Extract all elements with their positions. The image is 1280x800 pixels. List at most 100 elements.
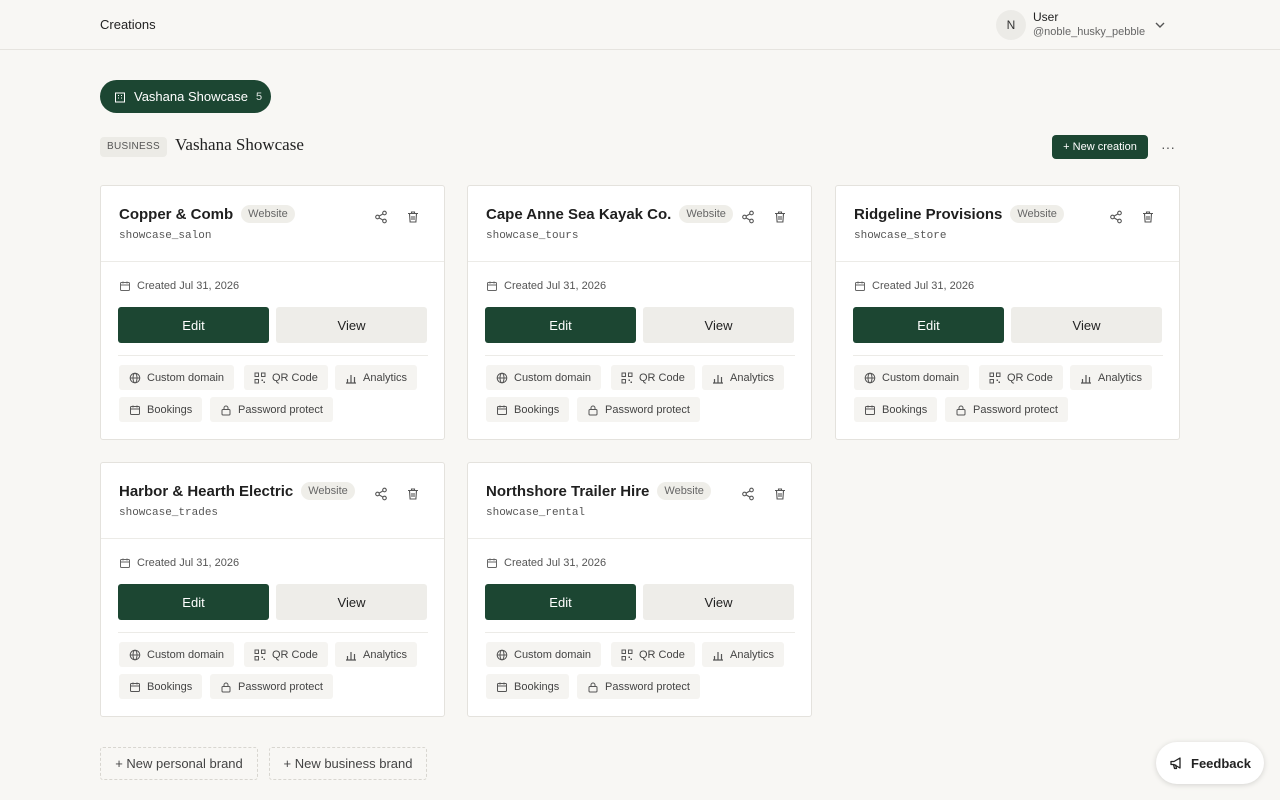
card-slug: showcase_salon (119, 230, 212, 242)
view-button[interactable]: View (643, 584, 794, 620)
divider (853, 355, 1163, 356)
card-title: Copper & Comb (119, 205, 234, 223)
analytics-button[interactable]: Analytics (702, 365, 785, 390)
user-menu[interactable]: N User @noble_husky_pebble (996, 9, 1167, 41)
share-icon (375, 210, 387, 224)
analytics-button[interactable]: Analytics (335, 642, 418, 667)
qr-code-icon (989, 372, 1001, 383)
brand-tab-vashana-showcase[interactable]: Vashana Showcase 5 (100, 80, 271, 113)
creation-card: Cape Anne Sea Kayak Co. Website showcase… (467, 185, 812, 440)
bookings-button[interactable]: Bookings (486, 397, 570, 422)
view-button[interactable]: View (276, 584, 427, 620)
password-protect-button[interactable]: Password protect (577, 674, 700, 699)
creation-card: Northshore Trailer Hire Website showcase… (467, 462, 812, 717)
qr-code-button[interactable]: QR Code (244, 365, 328, 390)
calendar-icon (487, 281, 497, 291)
edit-button[interactable]: Edit (118, 584, 269, 620)
edit-button[interactable]: Edit (485, 584, 636, 620)
divider (485, 355, 795, 356)
share-button[interactable] (741, 210, 757, 226)
calendar-icon (497, 405, 507, 415)
share-button[interactable] (1109, 210, 1125, 226)
share-button[interactable] (374, 487, 390, 503)
bookings-button[interactable]: Bookings (854, 397, 938, 422)
created-date: Created Jul 31, 2026 (504, 557, 607, 569)
created-date: Created Jul 31, 2026 (872, 280, 975, 292)
user-name: User (1033, 10, 1059, 24)
new-business-brand-button[interactable]: + New business brand (269, 747, 427, 780)
view-button[interactable]: View (276, 307, 427, 343)
lock-icon (588, 682, 598, 692)
new-creation-button[interactable]: + New creation (1052, 135, 1148, 159)
globe-icon (864, 372, 876, 383)
creation-card: Copper & Comb Website showcase_salon Cre… (100, 185, 445, 440)
delete-button[interactable] (773, 210, 789, 226)
calendar-icon (130, 405, 140, 415)
bar-chart-icon (346, 651, 356, 661)
qr-code-icon (621, 372, 633, 383)
share-icon (742, 210, 754, 224)
brand-tab-label: Vashana Showcase (134, 89, 248, 104)
calendar-icon (497, 682, 507, 692)
share-button[interactable] (741, 487, 757, 503)
globe-icon (129, 649, 141, 660)
trash-icon (775, 211, 785, 223)
created-date: Created Jul 31, 2026 (504, 280, 607, 292)
analytics-button[interactable]: Analytics (1070, 365, 1153, 390)
qr-code-button[interactable]: QR Code (611, 365, 695, 390)
calendar-icon (487, 558, 497, 568)
bookings-button[interactable]: Bookings (119, 397, 203, 422)
chevron-down-icon[interactable] (1153, 18, 1167, 32)
creation-card: Harbor & Hearth Electric Website showcas… (100, 462, 445, 717)
custom-domain-button[interactable]: Custom domain (119, 642, 235, 667)
type-badge: Website (1010, 205, 1064, 223)
custom-domain-button[interactable]: Custom domain (119, 365, 235, 390)
analytics-button[interactable]: Analytics (335, 365, 418, 390)
lock-icon (221, 405, 231, 415)
card-title: Cape Anne Sea Kayak Co. (486, 205, 672, 223)
view-button[interactable]: View (643, 307, 794, 343)
edit-button[interactable]: Edit (853, 307, 1004, 343)
password-protect-button[interactable]: Password protect (210, 674, 333, 699)
avatar: N (996, 10, 1026, 40)
edit-button[interactable]: Edit (118, 307, 269, 343)
edit-button[interactable]: Edit (485, 307, 636, 343)
share-icon (375, 487, 387, 501)
password-protect-button[interactable]: Password protect (945, 397, 1068, 422)
card-title: Ridgeline Provisions (854, 205, 1003, 223)
business-badge: BUSINESS (100, 137, 167, 157)
trash-icon (408, 211, 418, 223)
delete-button[interactable] (406, 210, 422, 226)
feedback-button[interactable]: Feedback (1156, 742, 1264, 784)
custom-domain-button[interactable]: Custom domain (486, 365, 602, 390)
password-protect-button[interactable]: Password protect (577, 397, 700, 422)
qr-code-button[interactable]: QR Code (244, 642, 328, 667)
card-slug: showcase_tours (486, 230, 579, 242)
delete-button[interactable] (406, 487, 422, 503)
card-title: Northshore Trailer Hire (486, 482, 650, 500)
globe-icon (496, 372, 508, 383)
qr-code-button[interactable]: QR Code (979, 365, 1063, 390)
qr-code-button[interactable]: QR Code (611, 642, 695, 667)
creation-card: Ridgeline Provisions Website showcase_st… (835, 185, 1180, 440)
bookings-button[interactable]: Bookings (119, 674, 203, 699)
custom-domain-button[interactable]: Custom domain (486, 642, 602, 667)
lock-icon (956, 405, 966, 415)
analytics-button[interactable]: Analytics (702, 642, 785, 667)
delete-button[interactable] (773, 487, 789, 503)
top-bar: Creations N User @noble_husky_pebble (0, 0, 1280, 50)
share-button[interactable] (374, 210, 390, 226)
divider (118, 632, 428, 633)
qr-code-icon (254, 372, 266, 383)
view-button[interactable]: View (1011, 307, 1162, 343)
created-date: Created Jul 31, 2026 (137, 557, 240, 569)
calendar-icon (865, 405, 875, 415)
password-protect-button[interactable]: Password protect (210, 397, 333, 422)
brand-tab-count: 5 (255, 90, 263, 103)
bookings-button[interactable]: Bookings (486, 674, 570, 699)
more-options-button[interactable]: ··· (1156, 135, 1180, 159)
delete-button[interactable] (1141, 210, 1157, 226)
type-badge: Website (241, 205, 295, 223)
custom-domain-button[interactable]: Custom domain (854, 365, 970, 390)
new-personal-brand-button[interactable]: + New personal brand (100, 747, 258, 780)
